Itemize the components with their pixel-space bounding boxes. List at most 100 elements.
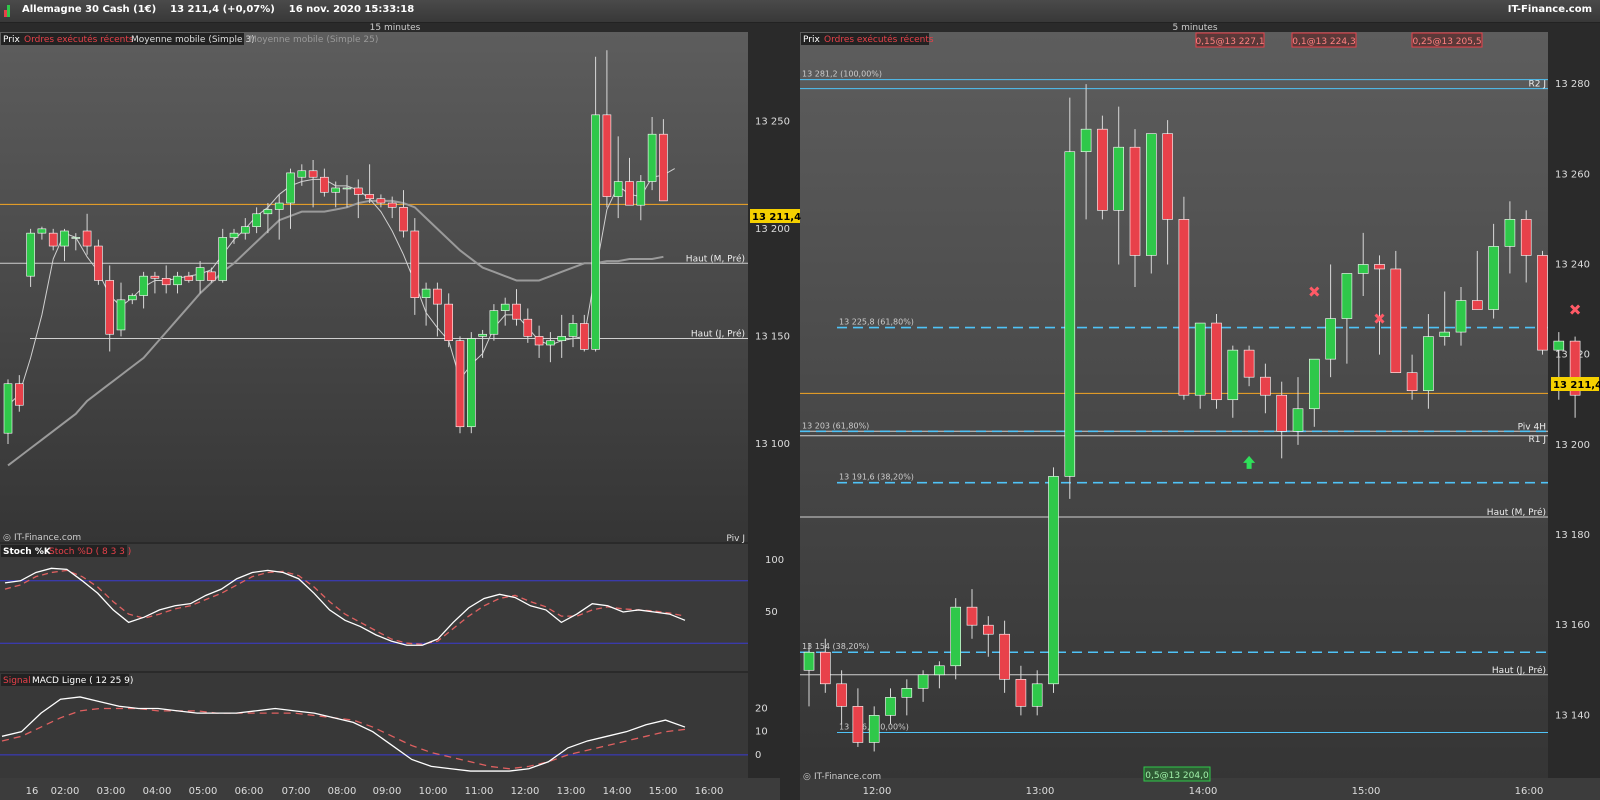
right-candle[interactable]: [1129, 146, 1141, 256]
stoch-legend-d[interactable]: Stoch %D ( 8 3 3 ): [49, 547, 131, 557]
right-candle[interactable]: [901, 688, 913, 698]
right-candle[interactable]: [852, 706, 864, 743]
right-candle[interactable]: [1097, 128, 1108, 211]
right-legend-prix[interactable]: Prix: [803, 35, 820, 45]
left-candle[interactable]: [26, 232, 35, 277]
right-candle[interactable]: [1194, 322, 1206, 396]
right-candle[interactable]: [1243, 349, 1255, 378]
order-tag-1[interactable]: 0,15@13 227,1: [1195, 32, 1265, 48]
left-candle[interactable]: [15, 383, 24, 406]
left-candle[interactable]: [195, 267, 205, 281]
left-candle[interactable]: [71, 237, 81, 239]
left-candle[interactable]: [184, 275, 194, 281]
right-candle[interactable]: [1064, 151, 1076, 477]
right-candle[interactable]: [1276, 394, 1287, 432]
left-candle[interactable]: [387, 202, 397, 208]
left-candle[interactable]: [376, 198, 386, 204]
right-candle[interactable]: [819, 651, 831, 685]
left-candle[interactable]: [636, 181, 646, 206]
left-candle[interactable]: [128, 295, 137, 301]
left-candle[interactable]: [647, 133, 657, 182]
right-candle[interactable]: [1553, 340, 1565, 351]
left-candle[interactable]: [523, 318, 533, 337]
right-candle[interactable]: [1455, 300, 1467, 333]
right-candle[interactable]: [1309, 358, 1320, 410]
left-candle[interactable]: [568, 323, 578, 337]
left-candle[interactable]: [353, 187, 363, 195]
left-candle[interactable]: [466, 338, 476, 428]
left-legend-ma3[interactable]: Moyenne mobile (Simple 3): [131, 35, 255, 45]
left-stoch-panel[interactable]: [0, 544, 748, 671]
left-candle[interactable]: [173, 275, 182, 286]
right-candle[interactable]: [1472, 300, 1483, 310]
right-candle[interactable]: [1178, 219, 1190, 396]
right-candle[interactable]: [1406, 372, 1418, 392]
left-candle[interactable]: [60, 230, 69, 247]
right-candle[interactable]: [966, 606, 978, 626]
right-legend-orders[interactable]: Ordres exécutés récents: [824, 34, 934, 45]
right-candle[interactable]: [982, 624, 994, 635]
left-candle[interactable]: [94, 245, 103, 281]
left-candle[interactable]: [241, 226, 250, 234]
left-candle[interactable]: [139, 275, 148, 296]
right-candle[interactable]: [1113, 146, 1124, 211]
order-tag-3[interactable]: 0,25@13 205,5: [1411, 32, 1483, 48]
left-candle[interactable]: [297, 170, 307, 178]
right-candle[interactable]: [1162, 133, 1173, 220]
left-candle[interactable]: [659, 133, 668, 202]
left-candle[interactable]: [3, 383, 13, 434]
right-candle[interactable]: [1520, 219, 1532, 256]
left-candle[interactable]: [365, 194, 374, 200]
left-candle[interactable]: [161, 278, 171, 286]
left-candle[interactable]: [625, 181, 634, 206]
right-candle[interactable]: [868, 715, 880, 743]
left-candle[interactable]: [229, 232, 239, 238]
left-candle[interactable]: [207, 271, 216, 281]
left-candle[interactable]: [500, 303, 510, 311]
left-candle[interactable]: [455, 340, 465, 428]
right-candle[interactable]: [1080, 128, 1092, 153]
left-candle[interactable]: [410, 230, 420, 298]
left-candle[interactable]: [342, 187, 352, 190]
right-candle[interactable]: [1439, 331, 1450, 337]
right-candle[interactable]: [1031, 683, 1043, 707]
left-candle[interactable]: [82, 230, 92, 247]
right-candle[interactable]: [950, 606, 962, 667]
right-price-panel[interactable]: [800, 32, 1548, 778]
left-candle[interactable]: [105, 280, 114, 335]
left-candle[interactable]: [512, 303, 521, 320]
left-candle[interactable]: [534, 336, 544, 346]
right-candle[interactable]: [1015, 679, 1027, 707]
left-candle[interactable]: [308, 170, 318, 178]
right-candle[interactable]: [1423, 336, 1434, 392]
right-candle[interactable]: [1341, 273, 1353, 319]
left-candle[interactable]: [274, 202, 284, 210]
left-candle[interactable]: [116, 299, 126, 331]
left-candle[interactable]: [557, 336, 567, 342]
left-candle[interactable]: [602, 114, 612, 197]
right-candle[interactable]: [836, 683, 847, 707]
left-candle[interactable]: [252, 213, 261, 227]
right-candle[interactable]: [1325, 318, 1336, 360]
left-candle[interactable]: [489, 310, 499, 335]
right-candle[interactable]: [1211, 322, 1222, 401]
left-candle[interactable]: [263, 209, 273, 215]
left-legend-ma25[interactable]: Moyenne mobile (Simple 25): [249, 35, 378, 45]
right-candle[interactable]: [1390, 268, 1402, 373]
left-candle[interactable]: [421, 288, 431, 298]
left-candle[interactable]: [37, 228, 47, 234]
right-candle[interactable]: [1488, 246, 1499, 310]
order-tag-bottom[interactable]: 0,5@13 204,0: [1143, 766, 1211, 782]
left-candle[interactable]: [320, 176, 329, 193]
left-candle[interactable]: [218, 237, 227, 281]
order-tag-2[interactable]: 0,1@13 224,3: [1291, 32, 1357, 48]
right-candle[interactable]: [917, 674, 929, 689]
right-candle[interactable]: [885, 697, 896, 716]
right-candle[interactable]: [1146, 133, 1157, 256]
right-candle[interactable]: [999, 633, 1010, 680]
left-candle[interactable]: [48, 232, 58, 247]
left-candle[interactable]: [591, 114, 600, 350]
left-macd-panel[interactable]: [0, 673, 748, 778]
right-candle[interactable]: [1374, 264, 1385, 270]
left-candle[interactable]: [613, 181, 623, 197]
